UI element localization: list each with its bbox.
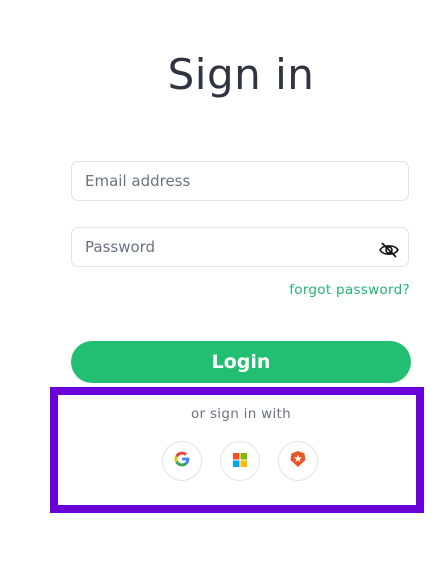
- microsoft-icon: [233, 452, 247, 471]
- microsoft-login-button[interactable]: [220, 441, 260, 481]
- auth0-login-button[interactable]: [278, 441, 318, 481]
- password-input[interactable]: [72, 228, 408, 266]
- eye-slash-icon[interactable]: [379, 242, 399, 258]
- password-field[interactable]: [71, 227, 409, 267]
- email-input[interactable]: [72, 162, 408, 200]
- email-field[interactable]: [71, 161, 409, 201]
- auth0-icon: [289, 450, 307, 472]
- forgot-password-link[interactable]: forgot password?: [289, 282, 410, 298]
- google-login-button[interactable]: [162, 441, 202, 481]
- social-login-label: or sign in with: [190, 406, 292, 422]
- page-title: Sign in: [167, 50, 315, 99]
- google-icon: [173, 450, 191, 472]
- login-button[interactable]: Login: [71, 341, 411, 383]
